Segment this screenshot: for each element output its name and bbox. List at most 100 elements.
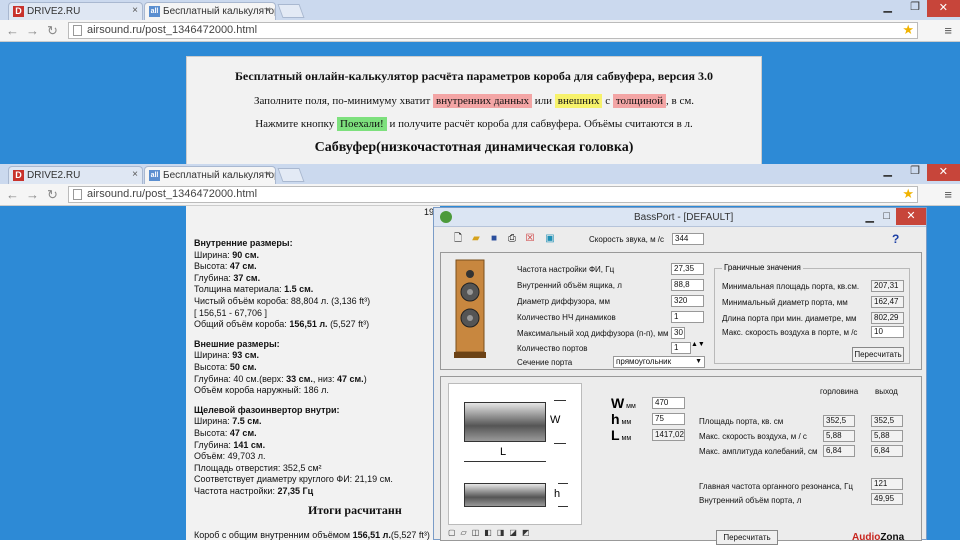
outer-depth: Глубина: 40 см.(верх: 33 см., низ: 47 см… xyxy=(194,373,367,384)
recalculate-limits-button[interactable]: Пересчитать xyxy=(852,347,904,362)
thickness-highlight: толщиной xyxy=(612,94,666,108)
recalculate-port-button[interactable]: Пересчитать xyxy=(716,530,778,545)
reload-icon[interactable]: ↻ xyxy=(47,187,58,203)
bassport-titlebar[interactable]: BassPort - [DEFAULT] ▁ □ ✕ xyxy=(434,208,926,227)
sound-speed-input[interactable]: 344 xyxy=(672,233,704,245)
close-tab-icon[interactable]: × xyxy=(265,169,271,180)
excursion-input[interactable]: 30 xyxy=(671,327,685,339)
text: , в см. xyxy=(666,95,695,107)
material-thickness: Толщина материала: 1.5 см. xyxy=(194,284,314,295)
help-icon[interactable]: ? xyxy=(892,232,899,246)
shape-selector[interactable]: ▢▱◫◧◨◪◩ xyxy=(448,528,582,540)
close-tab-icon[interactable]: × xyxy=(132,169,138,180)
forward-arrow-icon[interactable]: → xyxy=(26,23,39,38)
calculator-intro-panel: Бесплатный онлайн-калькулятор расчёта па… xyxy=(186,56,762,168)
driver-count-input[interactable]: 1 xyxy=(671,311,704,323)
close-tab-icon[interactable]: × xyxy=(265,5,271,16)
new-file-icon[interactable]: 🗋 xyxy=(452,233,464,244)
port-tuning-frequency: Частота настройки: 27,35 Гц xyxy=(194,485,314,496)
close-window-icon[interactable]: ✕ xyxy=(896,208,926,225)
minimize-icon[interactable]: ▁ xyxy=(866,210,874,223)
results-panel: 19 Внутренние размеры: Ширина: 90 см. Вы… xyxy=(186,206,440,540)
length-value: 802,29 xyxy=(871,312,904,324)
reload-icon[interactable]: ↻ xyxy=(47,23,58,39)
port-count-spinner-icon[interactable]: ▲▼ xyxy=(691,341,705,348)
tuning-frequency-input[interactable]: 27,35 xyxy=(671,263,704,275)
back-tab-calculator[interactable]: all Бесплатный калькулятор × xyxy=(144,2,276,20)
maximize-icon[interactable]: ❐ xyxy=(910,164,920,177)
air-speed-throat: 5,88 xyxy=(823,430,855,442)
minimize-icon[interactable]: ▁ xyxy=(884,0,892,13)
url-input[interactable]: airsound.ru/post_1346472000.html ★ xyxy=(68,186,918,203)
inner-height: Высота: 47 см. xyxy=(194,261,257,272)
amplitude-throat: 6,84 xyxy=(823,445,855,457)
new-tab-button[interactable] xyxy=(277,4,305,18)
outer-data-highlight: внешних xyxy=(554,94,603,108)
w-dimension-label: W xyxy=(550,414,561,426)
go-button-highlight: Поехали! xyxy=(337,117,387,131)
back-arrow-icon[interactable]: ← xyxy=(6,187,19,202)
minimize-icon[interactable]: ▁ xyxy=(884,164,892,177)
bookmark-star-icon[interactable]: ★ xyxy=(902,186,914,202)
amplitude-label: Макс. амплитуда колебаний, см xyxy=(699,447,818,456)
limit-label-min-area: Минимальная площадь порта, кв.см. xyxy=(722,282,860,291)
l-dimension-label: L xyxy=(500,446,507,458)
bassport-app-icon xyxy=(440,211,452,223)
delete-icon[interactable]: ☒ xyxy=(524,233,536,244)
back-tab-strip: D DRIVE2.RU × all Бесплатный калькулятор… xyxy=(0,0,960,20)
l-dimension-line xyxy=(464,461,546,462)
port-front-view xyxy=(464,402,546,442)
screen-icon[interactable]: ▣ xyxy=(544,233,556,244)
limit-label-length: Длина порта при мин. диаметре, мм xyxy=(722,314,857,323)
calculator-title: Бесплатный онлайн-калькулятор расчёта па… xyxy=(235,69,713,83)
port-area-throat: 352,5 xyxy=(823,415,855,427)
min-area-value: 207,31 xyxy=(871,280,904,292)
front-tab-drive2[interactable]: D DRIVE2.RU × xyxy=(8,166,143,184)
param-label-diameter: Диаметр диффузора, мм xyxy=(517,297,610,306)
close-window-icon[interactable]: ✕ xyxy=(926,0,960,17)
menu-icon[interactable]: ≡ xyxy=(944,187,952,202)
port-section-select[interactable]: прямоугольник ▼ xyxy=(613,356,705,368)
port-width: Ширина: 7.5 см. xyxy=(194,416,262,427)
close-tab-icon[interactable]: × xyxy=(132,5,138,16)
airsound-favicon-icon: all xyxy=(149,170,160,181)
back-tab-drive2[interactable]: D DRIVE2.RU × xyxy=(8,2,143,20)
instructions-line-1: Заполните поля, по-минимуму хватит внутр… xyxy=(187,94,761,108)
menu-icon[interactable]: ≡ xyxy=(944,23,952,38)
port-volume: Объём: 49,703 л. xyxy=(194,451,266,462)
audiozona-logo: AudioZona xyxy=(852,532,905,543)
inner-data-highlight: внутренних данных xyxy=(433,94,532,108)
inner-dimensions-heading: Внутренние размеры: xyxy=(194,238,293,248)
port-width-input[interactable]: 470 xyxy=(652,397,685,409)
port-round-diameter: Соответствует диаметру круглого ФИ: 21,1… xyxy=(194,474,393,485)
save-icon[interactable]: ■ xyxy=(488,233,500,244)
port-height-input[interactable]: 75 xyxy=(652,413,685,425)
page-icon xyxy=(73,25,82,36)
tab-label: Бесплатный калькулятор xyxy=(163,6,276,17)
port-side-view xyxy=(464,483,546,507)
air-speed-exit: 5,88 xyxy=(871,430,903,442)
max-air-speed-input[interactable]: 10 xyxy=(871,326,904,338)
print-icon[interactable]: ⎙ xyxy=(506,233,518,244)
text: или xyxy=(534,95,552,107)
bookmark-star-icon[interactable]: ★ xyxy=(902,22,914,38)
subwoofer-heading: Сабвуфер(низкочастотная динамическая гол… xyxy=(314,140,634,155)
port-area: Площадь отверстия: 352,5 см² xyxy=(194,462,322,473)
net-volume-range: [ 156,51 - 67,706 ] xyxy=(194,307,268,318)
forward-arrow-icon[interactable]: → xyxy=(26,187,39,202)
param-label-drivers: Количество НЧ динамиков xyxy=(517,313,616,322)
airsound-favicon-icon: all xyxy=(149,6,160,17)
maximize-icon[interactable]: ❐ xyxy=(910,0,920,13)
port-count-input[interactable]: 1 xyxy=(671,342,691,354)
url-input[interactable]: airsound.ru/post_1346472000.html ★ xyxy=(68,22,918,39)
box-volume-input[interactable]: 88,8 xyxy=(671,279,704,291)
new-tab-button[interactable] xyxy=(277,168,305,182)
cone-diameter-input[interactable]: 320 xyxy=(671,295,704,307)
front-tab-calculator[interactable]: all Бесплатный калькулятор × xyxy=(144,166,276,184)
param-label-tuning: Частота настройки ФИ, Гц xyxy=(517,265,615,274)
open-folder-icon[interactable]: ▰ xyxy=(470,233,482,244)
net-volume: Чистый объём короба: 88,804 л. (3,136 ft… xyxy=(194,295,371,306)
close-window-icon[interactable]: ✕ xyxy=(926,164,960,181)
back-arrow-icon[interactable]: ← xyxy=(6,23,19,38)
maximize-icon[interactable]: □ xyxy=(883,210,890,222)
